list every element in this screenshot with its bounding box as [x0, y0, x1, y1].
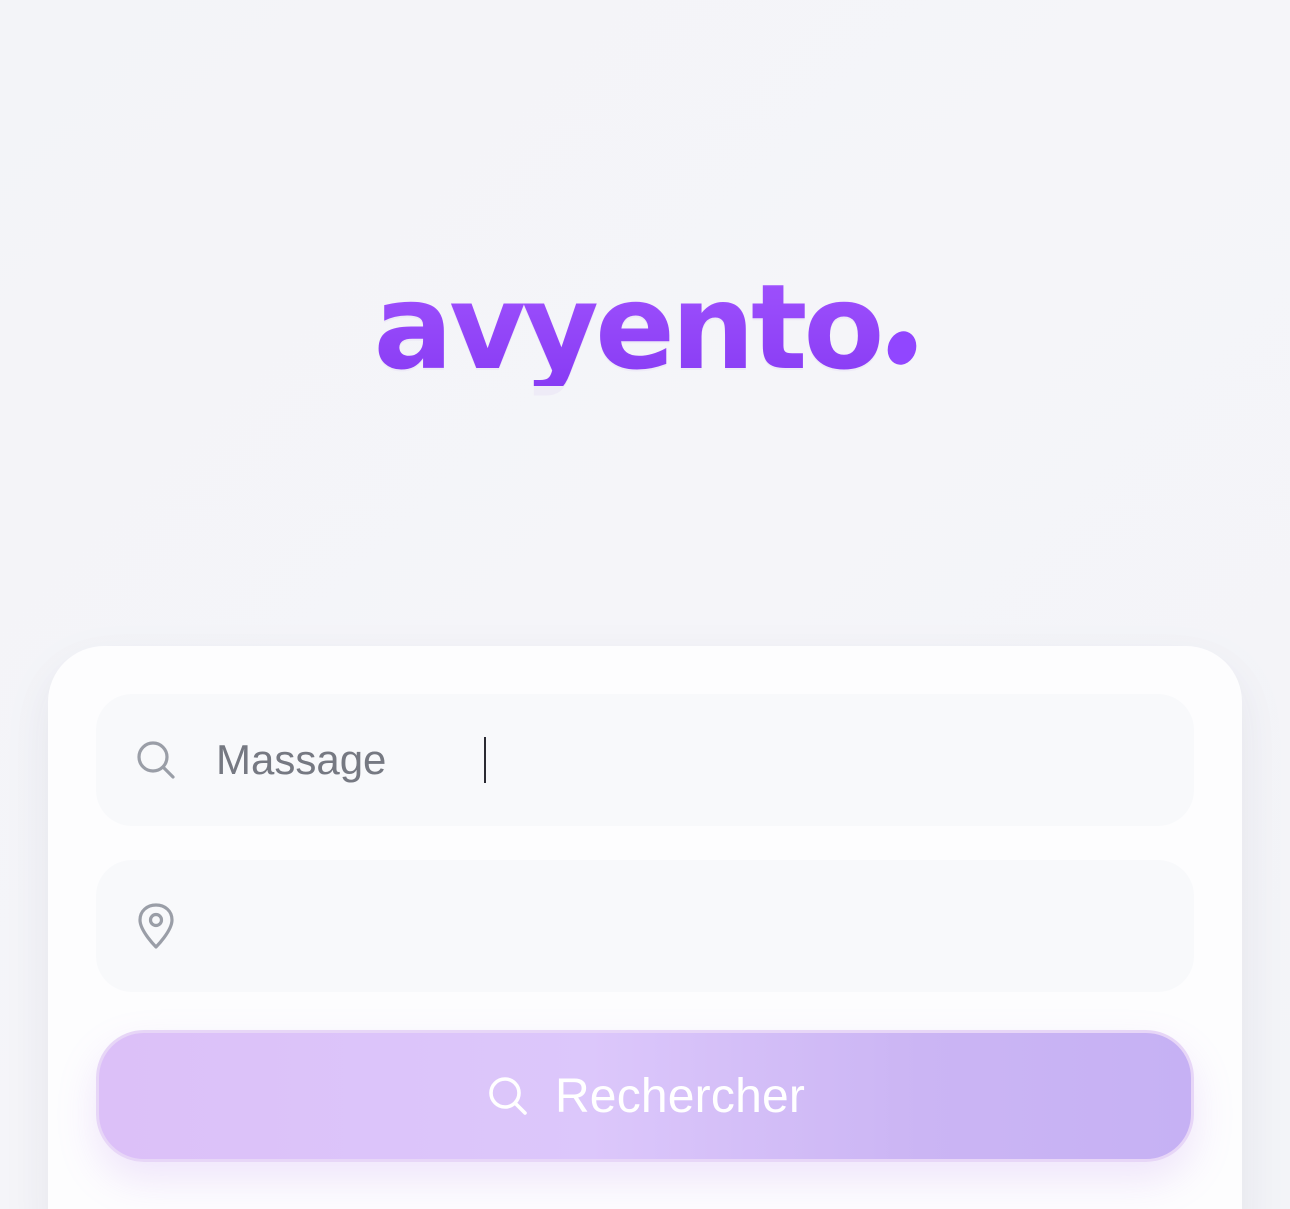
- search-card: Rechercher: [48, 646, 1242, 1209]
- search-button-label: Rechercher: [554, 1069, 806, 1123]
- query-field[interactable]: [96, 694, 1194, 826]
- location-field[interactable]: [96, 860, 1194, 992]
- brand-logo-dot: [883, 327, 922, 369]
- location-input[interactable]: [216, 860, 1156, 992]
- map-pin-icon: [132, 902, 180, 950]
- search-button[interactable]: Rechercher: [96, 1030, 1194, 1162]
- search-page: avyento Massage Rechercher: [0, 0, 1290, 1209]
- search-icon: [485, 1073, 531, 1119]
- brand-wordmark: avyento: [373, 258, 885, 396]
- brand-logo: avyento: [0, 262, 1290, 392]
- search-icon: [132, 736, 180, 784]
- query-input[interactable]: [216, 694, 1156, 826]
- text-caret: [484, 737, 486, 783]
